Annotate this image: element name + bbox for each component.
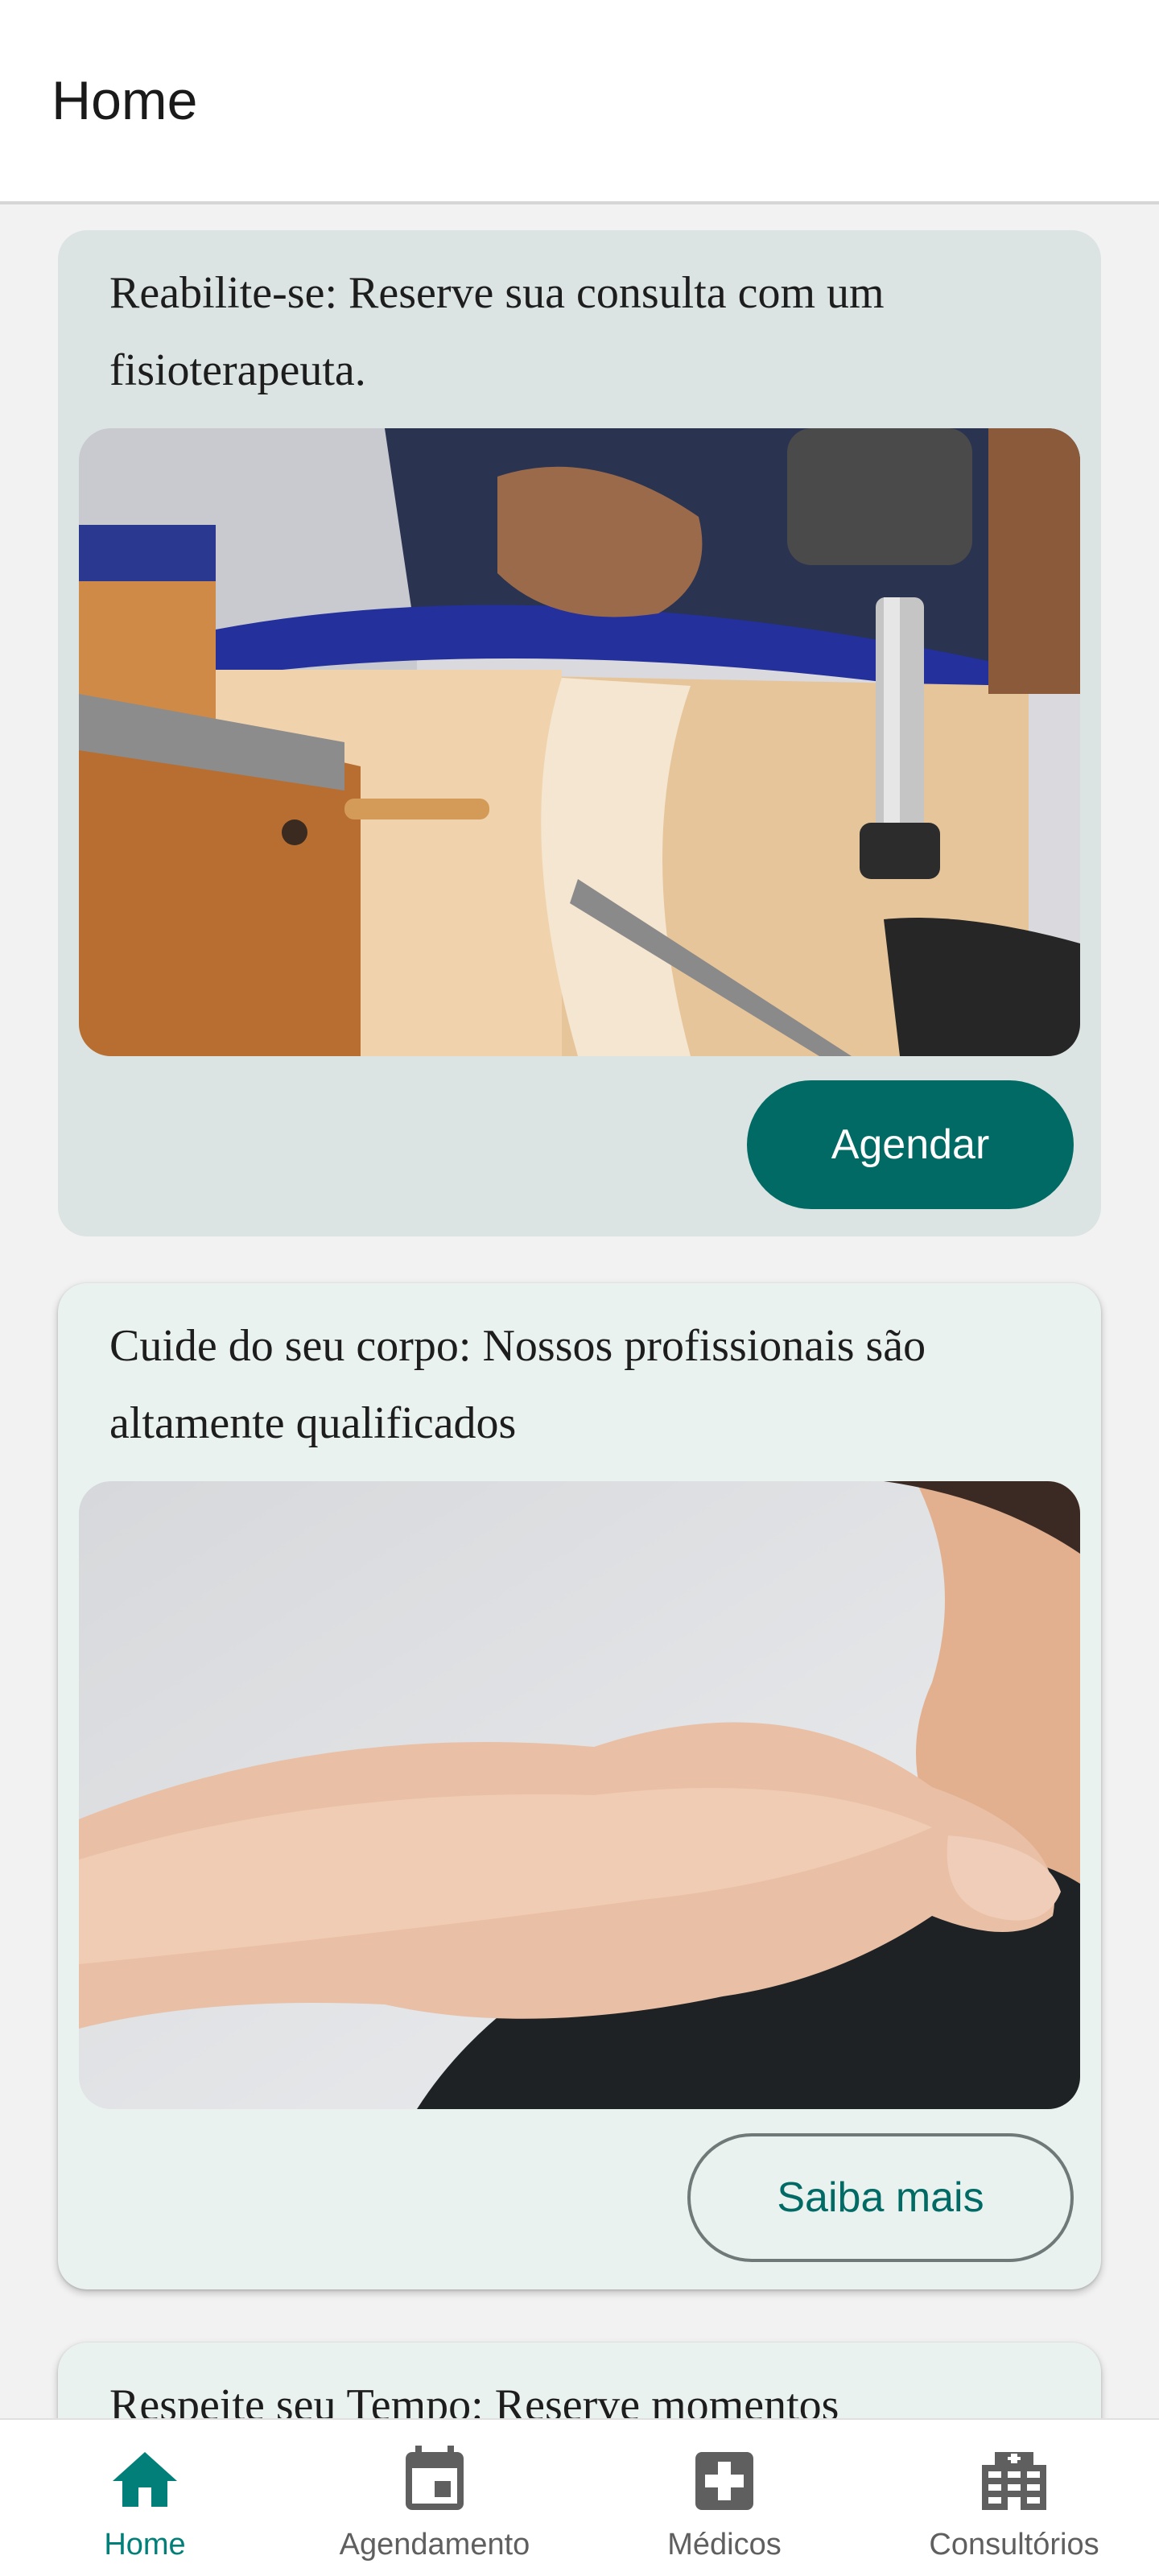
nav-item-label: Home	[104, 2528, 186, 2562]
time-booking-card: Respeite seu Tempo: Reserve momentos	[58, 2343, 1101, 2418]
card-title: Reabilite-se: Reserve sua consulta com u…	[109, 268, 885, 395]
top-app-bar: Home	[0, 0, 1159, 204]
nav-item-label: Agendamento	[339, 2528, 530, 2562]
massage-therapy-image	[79, 1481, 1080, 2109]
nav-item-agendamento[interactable]: Agendamento	[290, 2420, 580, 2576]
professionals-card: Cuide do seu corpo: Nossos profissionais…	[58, 1283, 1101, 2289]
hospital-building-icon	[975, 2442, 1053, 2520]
page-title: Home	[52, 70, 198, 131]
physio-booking-card: Reabilite-se: Reserve sua consulta com u…	[58, 230, 1101, 1236]
card-title: Cuide do seu corpo: Nossos profissionais…	[109, 1321, 926, 1448]
saiba-mais-button[interactable]: Saiba mais	[687, 2133, 1074, 2262]
card-title: Respeite seu Tempo: Reserve momentos	[109, 2380, 839, 2418]
physiotherapy-image	[79, 428, 1080, 1056]
bottom-navigation: Home Agendamento Médicos Consultórios	[0, 2418, 1159, 2576]
home-feed[interactable]: Reabilite-se: Reserve sua consulta com u…	[0, 204, 1159, 2418]
nav-item-home[interactable]: Home	[0, 2420, 290, 2576]
nav-item-label: Médicos	[667, 2528, 782, 2562]
nav-item-label: Consultórios	[929, 2528, 1099, 2562]
medical-cross-icon	[686, 2442, 763, 2520]
nav-item-medicos[interactable]: Médicos	[580, 2420, 869, 2576]
agendar-button[interactable]: Agendar	[747, 1080, 1074, 1209]
calendar-icon	[396, 2442, 473, 2520]
home-icon	[106, 2442, 184, 2520]
nav-item-consultorios[interactable]: Consultórios	[869, 2420, 1159, 2576]
